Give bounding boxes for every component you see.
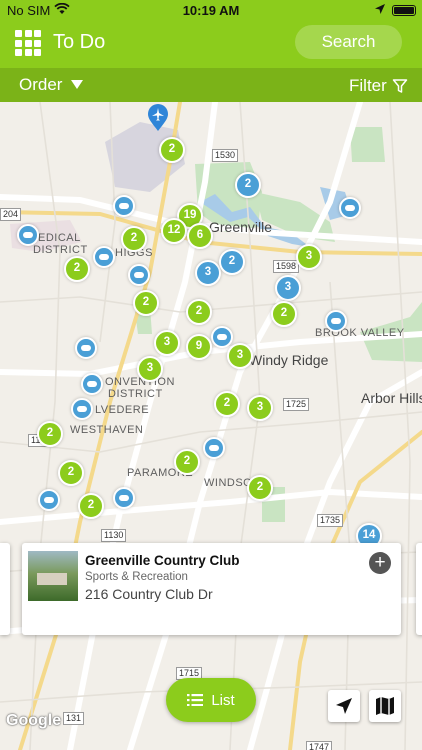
cluster-marker[interactable]: 2 <box>121 226 147 252</box>
road-shield: 1130 <box>101 529 127 542</box>
place-marker-icon[interactable] <box>203 437 225 459</box>
cluster-marker[interactable]: 2 <box>133 290 159 316</box>
cluster-marker[interactable]: 2 <box>78 493 104 519</box>
order-dropdown[interactable]: Order <box>19 75 84 95</box>
cluster-marker[interactable]: 2 <box>174 449 200 475</box>
chevron-down-icon <box>71 80 84 89</box>
road-shield: 1598 <box>273 260 300 273</box>
cluster-marker[interactable]: 2 <box>58 460 84 486</box>
page-title: To Do <box>53 31 106 53</box>
cluster-marker[interactable]: 2 <box>37 421 63 447</box>
place-marker-icon[interactable] <box>113 195 135 217</box>
cluster-marker[interactable]: 3 <box>275 275 301 301</box>
map-label-arbor-hills: Arbor Hills <box>361 390 422 406</box>
previous-place-card[interactable] <box>0 543 10 635</box>
cluster-marker[interactable]: 2 <box>186 299 212 325</box>
place-marker-icon[interactable] <box>71 398 93 420</box>
road-shield: 1530 <box>212 149 239 162</box>
my-location-button[interactable] <box>328 690 360 722</box>
map-view[interactable]: Greenville EDICAL DISTRICT HIGGS Windy R… <box>0 102 422 750</box>
airport-marker[interactable] <box>147 104 169 132</box>
cluster-marker[interactable]: 6 <box>187 223 213 249</box>
place-thumbnail <box>28 551 78 601</box>
filter-label: Filter <box>349 76 387 95</box>
battery-icon <box>392 5 416 16</box>
map-label-westhaven: WESTHAVEN <box>70 424 144 436</box>
location-arrow-icon <box>336 698 352 714</box>
map-label-windy-ridge: Windy Ridge <box>249 352 329 368</box>
list-button-label: List <box>211 691 235 709</box>
map-label-greenville: Greenville <box>209 219 273 235</box>
sort-filter-bar: Order Filter <box>0 68 422 102</box>
status-bar: No SIM 10:19 AM <box>0 0 422 22</box>
folded-map-icon <box>376 697 394 715</box>
cluster-marker[interactable]: 3 <box>137 356 163 382</box>
list-view-button[interactable]: List <box>166 678 256 722</box>
google-attribution-logo: Google <box>6 712 62 729</box>
map-type-button[interactable] <box>369 690 401 722</box>
cluster-marker[interactable]: 2 <box>235 172 261 198</box>
place-marker-icon[interactable] <box>75 337 97 359</box>
app-menu-grid-icon[interactable] <box>15 30 41 56</box>
place-marker-icon[interactable] <box>325 310 347 332</box>
search-button[interactable]: Search <box>295 25 402 59</box>
place-name: Greenville Country Club <box>85 553 240 568</box>
clock: 10:19 AM <box>182 3 240 18</box>
list-icon <box>187 693 204 706</box>
app-header: No SIM 10:19 AM To Do Search Order Filte… <box>0 0 422 102</box>
cluster-marker[interactable]: 12 <box>161 218 187 244</box>
cluster-marker[interactable]: 2 <box>159 137 185 163</box>
order-label: Order <box>19 75 63 94</box>
add-to-list-icon[interactable]: + <box>369 552 391 574</box>
cluster-marker[interactable]: 2 <box>247 475 273 501</box>
road-shield: 131 <box>63 712 85 725</box>
navigation-bar: To Do Search <box>0 22 422 68</box>
road-shield: 1747 <box>306 741 333 750</box>
place-category: Sports & Recreation <box>85 571 188 583</box>
map-label-medical-district-2: DISTRICT <box>33 244 88 256</box>
cluster-marker[interactable]: 3 <box>227 343 253 369</box>
cluster-marker[interactable]: 9 <box>186 334 212 360</box>
road-shield: 1735 <box>317 514 344 527</box>
location-arrow-icon <box>374 3 386 18</box>
road-shield: 204 <box>0 208 22 221</box>
cluster-marker[interactable]: 3 <box>247 395 273 421</box>
place-marker-icon[interactable] <box>38 489 60 511</box>
place-marker-icon[interactable] <box>211 326 233 348</box>
cluster-marker[interactable]: 3 <box>296 244 322 270</box>
next-place-card[interactable] <box>416 543 422 635</box>
place-marker-icon[interactable] <box>17 224 39 246</box>
place-card[interactable]: Greenville Country Club Sports & Recreat… <box>22 543 401 635</box>
road-shield: 1725 <box>283 398 310 411</box>
cluster-marker[interactable]: 2 <box>219 249 245 275</box>
map-label-convention-district-2: DISTRICT <box>108 388 163 400</box>
place-marker-icon[interactable] <box>113 487 135 509</box>
place-marker-icon[interactable] <box>339 197 361 219</box>
funnel-icon <box>392 79 408 93</box>
map-label-medical-district: EDICAL <box>38 232 81 244</box>
place-marker-icon[interactable] <box>93 246 115 268</box>
map-base-layer <box>0 102 422 750</box>
cluster-marker[interactable]: 3 <box>195 260 221 286</box>
map-label-belvedere: LVEDERE <box>95 404 150 416</box>
cluster-marker[interactable]: 2 <box>271 301 297 327</box>
place-address: 216 Country Club Dr <box>85 586 213 602</box>
cluster-marker[interactable]: 3 <box>154 330 180 356</box>
place-marker-icon[interactable] <box>128 264 150 286</box>
filter-button[interactable]: Filter <box>349 76 408 96</box>
cluster-marker[interactable]: 2 <box>64 256 90 282</box>
place-marker-icon[interactable] <box>81 373 103 395</box>
cluster-marker[interactable]: 2 <box>214 391 240 417</box>
